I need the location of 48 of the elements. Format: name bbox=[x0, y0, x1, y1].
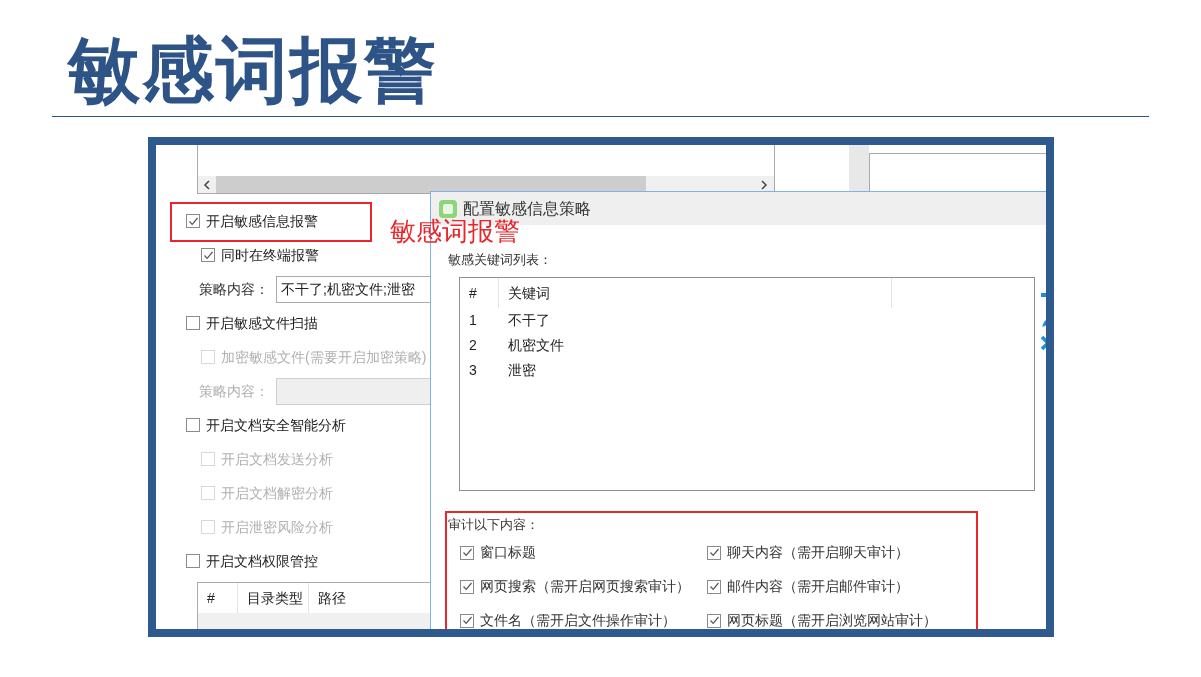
option-label: 同时在终端报警 bbox=[221, 245, 319, 265]
option-label: 网页搜索（需开启网页搜索审计） bbox=[480, 577, 690, 596]
scrollbar[interactable] bbox=[198, 176, 774, 193]
dialog-title: 配置敏感信息策略 bbox=[463, 198, 591, 219]
option-label: 开启文档解密分析 bbox=[221, 483, 333, 503]
table-cell-text: 1 bbox=[468, 311, 478, 330]
checkbox[interactable] bbox=[186, 316, 200, 330]
scrollbar-thumb[interactable] bbox=[216, 176, 646, 193]
field-label: 策略内容： bbox=[199, 279, 270, 299]
option-label: 加密敏感文件(需要开启加密策略) bbox=[221, 347, 427, 367]
option-label: 网页标题（需开启浏览网站审计） bbox=[727, 611, 937, 629]
field-label: 策略内容： bbox=[199, 381, 270, 401]
table-cell-text: 3 bbox=[468, 361, 478, 380]
option-label: 开启泄密风险分析 bbox=[221, 517, 333, 537]
checkbox[interactable] bbox=[707, 613, 721, 628]
column-header[interactable]: # bbox=[198, 583, 238, 613]
column-header[interactable]: 关键词 bbox=[499, 278, 892, 308]
table-cell-text: 不干了 bbox=[507, 311, 550, 330]
table-cell-text: 机密文件 bbox=[507, 336, 564, 355]
option-label: 开启文档安全智能分析 bbox=[206, 415, 346, 435]
option-label: 聊天内容（需开启聊天审计） bbox=[727, 543, 909, 562]
group-label: 审计以下内容： bbox=[447, 516, 540, 534]
column-header[interactable]: # bbox=[460, 278, 499, 308]
option-label: 文件名（需开启文件操作审计） bbox=[480, 611, 676, 629]
slide-title: 敏感词报警 bbox=[68, 29, 439, 112]
table-cell-text: 泄密 bbox=[507, 361, 536, 380]
scrollbar[interactable] bbox=[849, 145, 869, 194]
checkbox[interactable] bbox=[186, 554, 200, 568]
scroll-left-icon[interactable] bbox=[203, 179, 210, 190]
checkbox[interactable] bbox=[707, 579, 721, 594]
option-label: 窗口标题 bbox=[480, 543, 536, 562]
checkbox[interactable] bbox=[460, 579, 474, 594]
option-label: 邮件内容（需开启邮件审计） bbox=[727, 577, 909, 596]
list-label: 敏感关键词列表： bbox=[448, 252, 552, 267]
option-label: 开启敏感文件扫描 bbox=[206, 313, 318, 333]
option-label: 开启文档权限管控 bbox=[206, 551, 318, 571]
option-label: 开启文档发送分析 bbox=[221, 449, 333, 469]
checkbox[interactable] bbox=[186, 418, 200, 432]
checkbox[interactable] bbox=[186, 214, 200, 228]
app-icon bbox=[439, 199, 457, 218]
checkbox[interactable] bbox=[707, 545, 721, 560]
checkbox[interactable] bbox=[201, 248, 215, 262]
table-cell-text: 2 bbox=[468, 336, 478, 355]
scroll-right-icon[interactable] bbox=[761, 179, 768, 190]
checkbox[interactable] bbox=[460, 613, 474, 628]
checkbox[interactable] bbox=[460, 545, 474, 560]
option-label: 开启敏感信息报警 bbox=[206, 211, 318, 231]
column-header[interactable]: 目录类型 bbox=[238, 583, 309, 613]
